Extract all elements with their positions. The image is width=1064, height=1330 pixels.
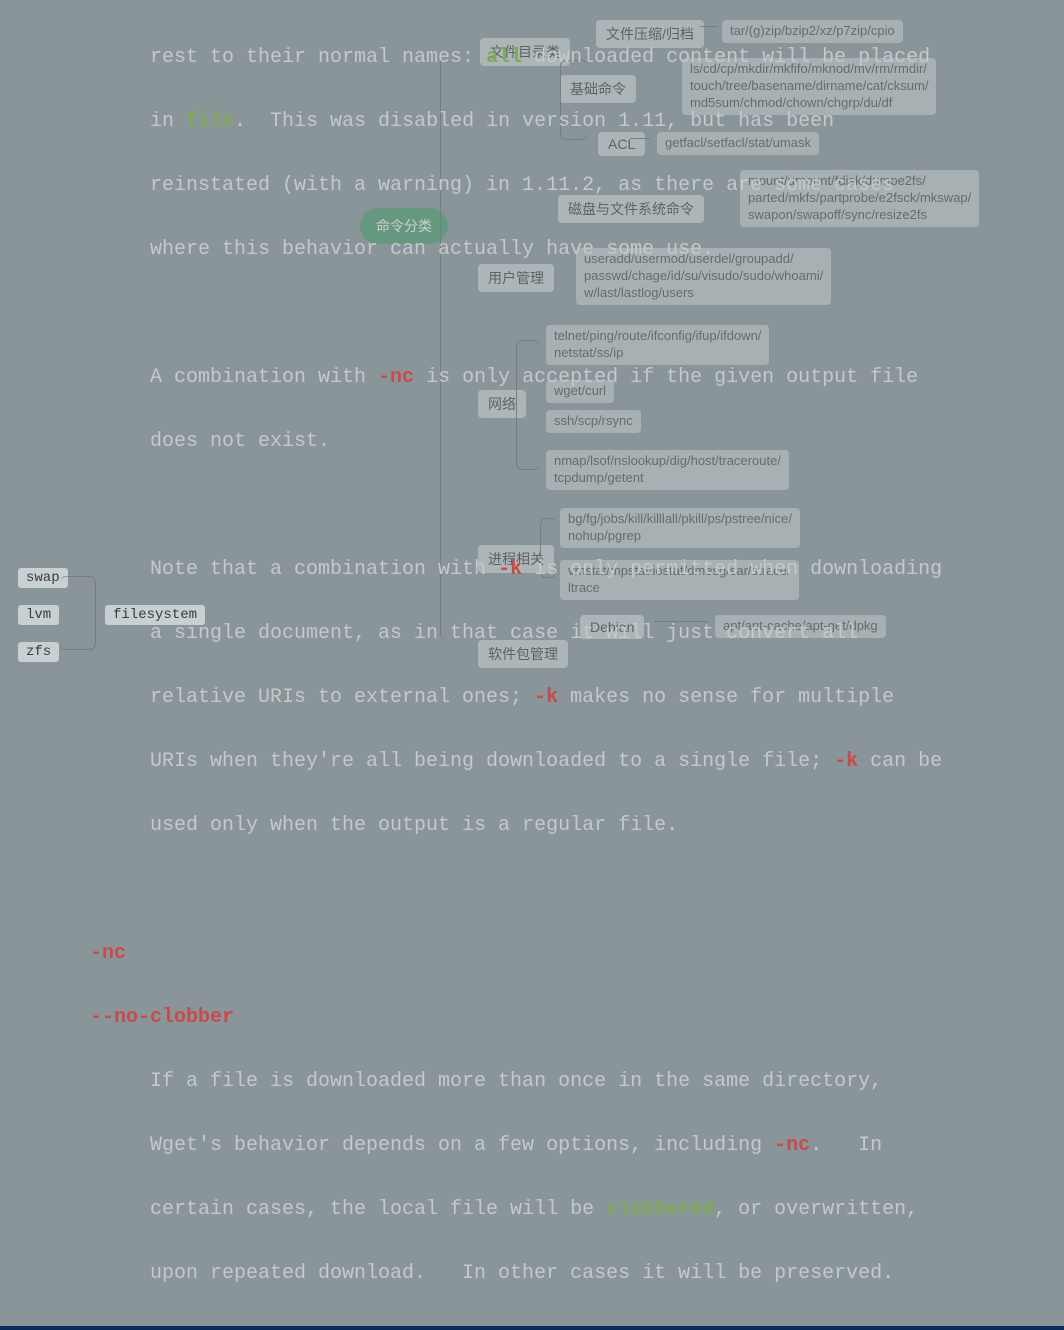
man-line: If a file is downloaded more than once i…: [0, 1066, 1064, 1098]
man-line: certain cases, the local file will be cl…: [0, 1194, 1064, 1226]
man-line: reinstated (with a warning) in 1.11.2, a…: [0, 170, 1064, 202]
man-line: in file. This was disabled in version 1.…: [0, 106, 1064, 138]
man-line: used only when the output is a regular f…: [0, 810, 1064, 842]
man-line: A combination with -nc is only accepted …: [0, 362, 1064, 394]
man-line: Note that a combination with -k is only …: [0, 554, 1064, 586]
opt-k: -k: [534, 686, 558, 709]
pager-status-bar[interactable]: [0, 1326, 1064, 1330]
man-line: Wget's behavior depends on a few options…: [0, 1130, 1064, 1162]
bold-file: file: [186, 110, 234, 133]
man-line: URIs when they're all being downloaded t…: [0, 746, 1064, 778]
man-line: does not exist.: [0, 426, 1064, 458]
man-line: rest to their normal names: all download…: [0, 42, 1064, 74]
option-nc: -nc: [0, 938, 1064, 970]
opt-nc: -nc: [774, 1134, 810, 1157]
man-line: upon repeated download. In other cases i…: [0, 1258, 1064, 1290]
option-no-clobber: --no-clobber: [0, 1002, 1064, 1034]
opt-nc: -nc: [378, 366, 414, 389]
bold-clobbered: clobbered: [606, 1198, 714, 1221]
opt-k: -k: [834, 750, 858, 773]
man-line: a single document, as in that case it wi…: [0, 618, 1064, 650]
man-line: relative URIs to external ones; -k makes…: [0, 682, 1064, 714]
man-line: where this behavior can actually have so…: [0, 234, 1064, 266]
opt-k: -k: [498, 558, 522, 581]
man-page-text[interactable]: rest to their normal names: all download…: [0, 0, 1064, 1330]
bold-all: all: [486, 46, 522, 69]
